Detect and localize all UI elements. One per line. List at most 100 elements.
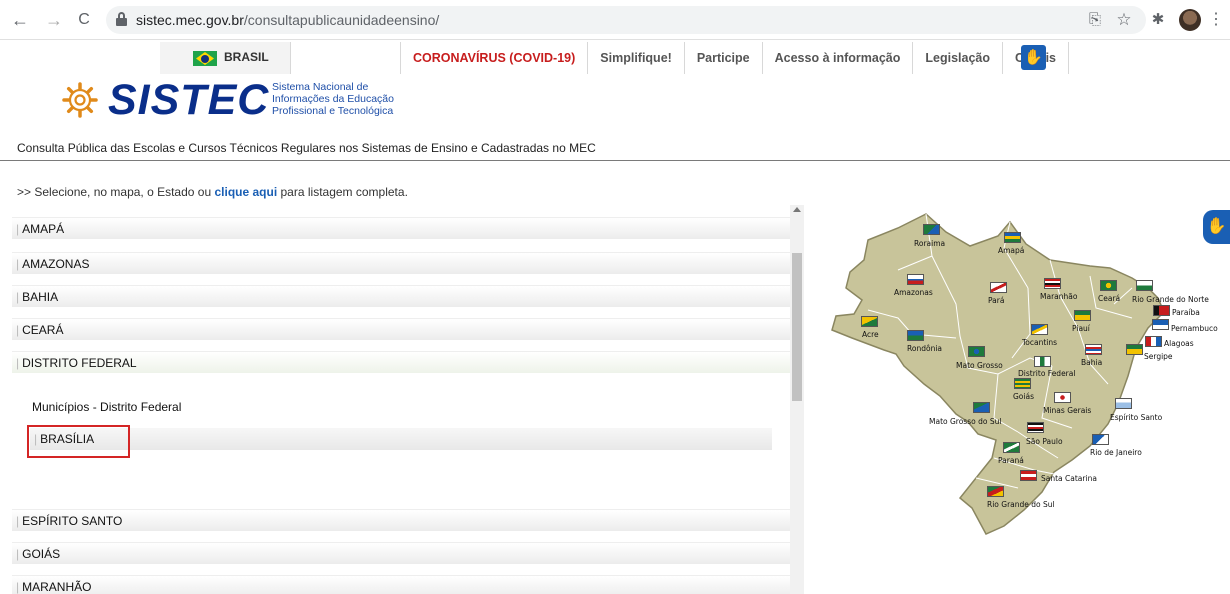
forward-icon[interactable]: → xyxy=(44,10,64,30)
city-row-brasilia[interactable]: | BRASÍLIA xyxy=(30,428,772,450)
piaui-flag-icon[interactable] xyxy=(1074,310,1091,321)
map-label-acre[interactable]: Acre xyxy=(862,330,879,339)
instruction-text: >> Selecione, no mapa, o Estado ou cliqu… xyxy=(17,185,408,199)
state-row-maranhao[interactable]: | MARANHÃO xyxy=(12,575,790,594)
mato-grosso-flag-icon[interactable] xyxy=(968,346,985,357)
gov-link-acesso-informacao[interactable]: Acesso à informação xyxy=(763,42,914,74)
map-label-ceara[interactable]: Ceará xyxy=(1098,294,1120,303)
logo-subtitle: Sistema Nacional de Informações da Educa… xyxy=(272,81,402,117)
maranhao-flag-icon[interactable] xyxy=(1044,278,1061,289)
map-label-espirito-santo[interactable]: Espírito Santo xyxy=(1110,413,1162,422)
map-label-amazonas[interactable]: Amazonas xyxy=(894,288,933,297)
state-name: GOIÁS xyxy=(22,547,61,561)
gov-link-simplifique[interactable]: Simplifique! xyxy=(588,42,685,74)
rio-de-janeiro-flag-icon[interactable] xyxy=(1092,434,1109,445)
lock-icon[interactable] xyxy=(116,12,127,26)
map-label-sergipe[interactable]: Sergipe xyxy=(1144,352,1173,361)
acre-flag-icon[interactable] xyxy=(861,316,878,327)
instruction-suffix: para listagem completa. xyxy=(277,185,408,199)
floating-accessibility-hand-icon[interactable]: ✋ xyxy=(1203,210,1230,244)
espirito-santo-flag-icon[interactable] xyxy=(1115,398,1132,409)
state-row-amapa[interactable]: | AMAPÁ xyxy=(12,217,790,239)
map-label-alagoas[interactable]: Alagoas xyxy=(1164,339,1194,348)
goias-flag-icon[interactable] xyxy=(1014,378,1031,389)
scroll-thumb[interactable] xyxy=(792,253,802,401)
map-label-tocantins[interactable]: Tocantins xyxy=(1022,338,1057,347)
amapa-flag-icon[interactable] xyxy=(1004,232,1021,243)
map-label-goias[interactable]: Goiás xyxy=(1013,392,1034,401)
list-scrollbar[interactable] xyxy=(790,205,804,594)
full-list-link[interactable]: clique aqui xyxy=(214,185,277,199)
amazonas-flag-icon[interactable] xyxy=(907,274,924,285)
bookmark-star-icon[interactable]: ☆ xyxy=(1114,10,1134,30)
map-label-pernambuco[interactable]: Pernambuco xyxy=(1171,324,1218,333)
instruction-prefix: >> Selecione, no mapa, o Estado ou xyxy=(17,185,215,199)
state-row-ceara[interactable]: | CEARÁ xyxy=(12,318,790,340)
state-name: CEARÁ xyxy=(22,323,64,337)
pernambuco-flag-icon[interactable] xyxy=(1152,319,1169,330)
state-row-bahia[interactable]: | BAHIA xyxy=(12,285,790,307)
state-row-espirito-santo[interactable]: | ESPÍRITO SANTO xyxy=(12,509,790,531)
santa-catarina-flag-icon[interactable] xyxy=(1020,470,1037,481)
map-label-rio-grande-do-norte[interactable]: Rio Grande do Norte xyxy=(1132,295,1209,304)
url-text[interactable]: sistec.mec.gov.br/consultapublicaunidade… xyxy=(136,12,439,28)
state-label: | CEARÁ xyxy=(16,323,64,337)
rondonia-flag-icon[interactable] xyxy=(907,330,924,341)
map-label-mato-grosso-do-sul[interactable]: Mato Grosso do Sul xyxy=(929,417,1001,426)
sistec-logo[interactable]: SISTEC Sistema Nacional de Informações d… xyxy=(62,76,402,124)
state-row-goias[interactable]: | GOIÁS xyxy=(12,542,790,564)
address-bar[interactable]: sistec.mec.gov.br/consultapublicaunidade… xyxy=(106,6,1146,34)
state-row-amazonas[interactable]: | AMAZONAS xyxy=(12,252,790,274)
alagoas-flag-icon[interactable] xyxy=(1145,336,1162,347)
map-label-santa-catarina[interactable]: Santa Catarina xyxy=(1041,474,1097,483)
profile-avatar[interactable] xyxy=(1179,9,1201,31)
reload-icon[interactable]: C xyxy=(74,10,94,30)
state-name: DISTRITO FEDERAL xyxy=(22,356,137,370)
map-label-amapa[interactable]: Amapá xyxy=(998,246,1024,255)
map-label-parana[interactable]: Paraná xyxy=(998,456,1024,465)
state-row-distrito-federal[interactable]: | DISTRITO FEDERAL xyxy=(12,351,790,373)
minas-gerais-flag-icon[interactable] xyxy=(1054,392,1071,403)
parana-flag-icon[interactable] xyxy=(1003,442,1020,453)
state-label: | AMAZONAS xyxy=(16,257,90,271)
extensions-icon[interactable]: ✱ xyxy=(1148,10,1168,30)
gov-link-legislacao[interactable]: Legislação xyxy=(913,42,1003,74)
paraiba-flag-icon[interactable] xyxy=(1153,305,1170,316)
map-label-bahia[interactable]: Bahia xyxy=(1081,358,1102,367)
gov-link-participe[interactable]: Participe xyxy=(685,42,763,74)
rio-grande-do-norte-flag-icon[interactable] xyxy=(1136,280,1153,291)
sergipe-flag-icon[interactable] xyxy=(1126,344,1143,355)
map-label-rio-grande-do-sul[interactable]: Rio Grande do Sul xyxy=(987,500,1055,509)
map-label-mato-grosso[interactable]: Mato Grosso xyxy=(956,361,1003,370)
share-icon[interactable]: ⎘ xyxy=(1085,10,1105,30)
map-label-distrito-federal[interactable]: Distrito Federal xyxy=(1018,369,1075,378)
brazil-map[interactable]: Roraima Amapá Amazonas Pará Maranhão Cea… xyxy=(828,208,1228,543)
rio-grande-do-sul-flag-icon[interactable] xyxy=(987,486,1004,497)
bahia-flag-icon[interactable] xyxy=(1085,344,1102,355)
distrito-federal-flag-icon[interactable] xyxy=(1034,356,1051,367)
map-label-minas-gerais[interactable]: Minas Gerais xyxy=(1043,406,1091,415)
state-label: | AMAPÁ xyxy=(16,222,65,236)
map-label-para[interactable]: Pará xyxy=(988,296,1004,305)
para-flag-icon[interactable] xyxy=(990,282,1007,293)
scroll-up-arrow-icon[interactable] xyxy=(793,207,801,212)
mato-grosso-do-sul-flag-icon[interactable] xyxy=(973,402,990,413)
gov-link-covid[interactable]: CORONAVÍRUS (COVID-19) xyxy=(400,42,589,74)
state-label: | GOIÁS xyxy=(16,547,61,561)
sao-paulo-flag-icon[interactable] xyxy=(1027,422,1044,433)
map-label-sao-paulo[interactable]: São Paulo xyxy=(1026,437,1063,446)
map-label-roraima[interactable]: Roraima xyxy=(914,239,945,248)
map-label-rio-de-janeiro[interactable]: Rio de Janeiro xyxy=(1090,448,1142,457)
map-label-maranhao[interactable]: Maranhão xyxy=(1040,292,1077,301)
map-label-rondonia[interactable]: Rondônia xyxy=(907,344,942,353)
map-label-piaui[interactable]: Piauí xyxy=(1072,324,1090,333)
roraima-flag-icon[interactable] xyxy=(923,224,940,235)
gov-brasil-link[interactable]: BRASIL xyxy=(160,42,291,74)
back-icon[interactable]: ← xyxy=(10,10,30,30)
map-label-paraiba[interactable]: Paraíba xyxy=(1172,308,1200,317)
tocantins-flag-icon[interactable] xyxy=(1031,324,1048,335)
ceara-flag-icon[interactable] xyxy=(1100,280,1117,291)
accessibility-hand-icon[interactable]: ✋ xyxy=(1021,45,1046,70)
menu-icon[interactable]: ⋮ xyxy=(1206,10,1226,30)
state-name: AMAPÁ xyxy=(22,222,65,236)
